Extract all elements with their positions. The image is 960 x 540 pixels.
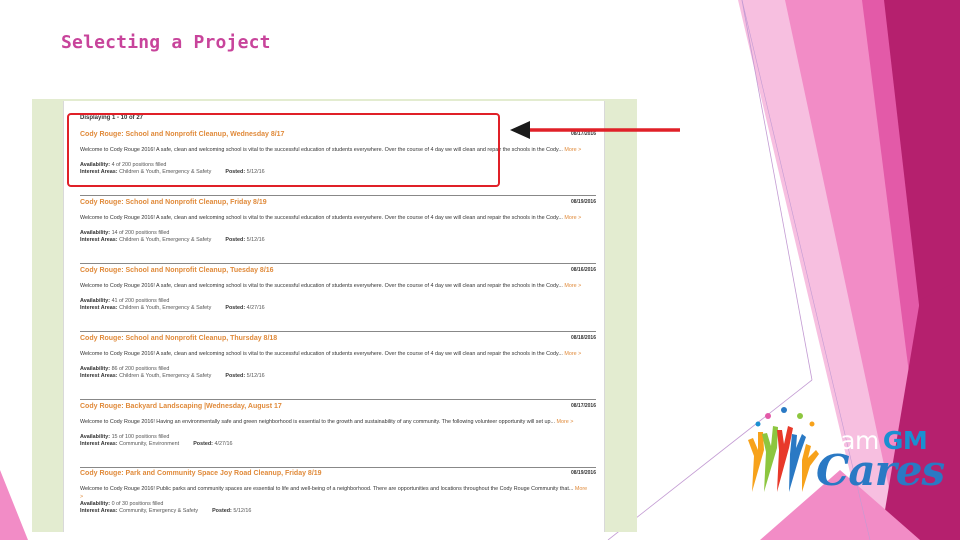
listing-item[interactable]: Cody Rouge: School and Nonprofit Cleanup… <box>80 267 596 332</box>
more-link[interactable]: More > <box>564 147 581 153</box>
listing-interest-areas: Interest Areas: Community, Environment Po… <box>80 441 233 447</box>
more-link[interactable]: More > <box>564 283 581 289</box>
listing-interest-areas: Interest Areas: Children & Youth, Emerge… <box>80 373 265 379</box>
listing-availability: Availability: 86 of 200 positions filled <box>80 366 170 372</box>
more-link[interactable]: More > <box>564 215 581 221</box>
listing-title-link[interactable]: Cody Rouge: School and Nonprofit Cleanup… <box>80 267 274 274</box>
listing-availability: Availability: 0 of 30 positions filled <box>80 501 164 507</box>
listing-date: 08/17/2016 <box>570 403 596 409</box>
listing-availability: Availability: 15 of 100 positions filled <box>80 434 170 440</box>
listing-date: 08/19/2016 <box>570 199 596 205</box>
listing-title-link[interactable]: Cody Rouge: Park and Community Space Joy… <box>80 470 322 477</box>
listing-description: Welcome to Cody Rouge 2016! Having an en… <box>80 419 574 425</box>
hands-icon <box>748 407 819 492</box>
listing-date: 08/19/2016 <box>570 470 596 476</box>
listing-description: Welcome to Cody Rouge 2016! A safe, clea… <box>80 351 582 357</box>
listing-item[interactable]: Cody Rouge: Park and Community Space Joy… <box>80 470 596 532</box>
listing-title-link[interactable]: Cody Rouge: School and Nonprofit Cleanup… <box>80 199 267 206</box>
listing-item[interactable]: Cody Rouge: School and Nonprofit Cleanup… <box>80 199 596 264</box>
logo-cares-text: Cares <box>816 446 945 495</box>
listing-item[interactable]: Cody Rouge: Backyard Landscaping |Wednes… <box>80 403 596 468</box>
listing-description: Welcome to Cody Rouge 2016! A safe, clea… <box>80 283 582 289</box>
listing-description: Welcome to Cody Rouge 2016! Public parks… <box>80 486 588 500</box>
listing-availability: Availability: 14 of 200 positions filled <box>80 230 170 236</box>
listing-interest-areas: Interest Areas: Community, Emergency & S… <box>80 508 252 514</box>
listing-title-link[interactable]: Cody Rouge: School and Nonprofit Cleanup… <box>80 335 277 342</box>
listing-date: 08/17/2016 <box>570 131 596 137</box>
listing-availability: Availability: 41 of 200 positions filled <box>80 298 170 304</box>
listing-date: 08/18/2016 <box>570 335 596 341</box>
team-gm-cares-logo: team GM Cares <box>744 404 948 496</box>
listing-interest-areas: Interest Areas: Children & Youth, Emerge… <box>80 305 265 311</box>
listing-date: 08/16/2016 <box>570 267 596 273</box>
more-link[interactable]: More > <box>556 419 573 425</box>
slide-title: Selecting a Project <box>61 32 271 53</box>
highlight-box <box>67 113 500 187</box>
more-link[interactable]: More > <box>564 351 581 357</box>
listing-item[interactable]: Cody Rouge: School and Nonprofit Cleanup… <box>80 335 596 400</box>
listing-interest-areas: Interest Areas: Children & Youth, Emerge… <box>80 237 265 243</box>
listing-title-link[interactable]: Cody Rouge: Backyard Landscaping |Wednes… <box>80 403 282 410</box>
listing-description: Welcome to Cody Rouge 2016! A safe, clea… <box>80 215 582 221</box>
